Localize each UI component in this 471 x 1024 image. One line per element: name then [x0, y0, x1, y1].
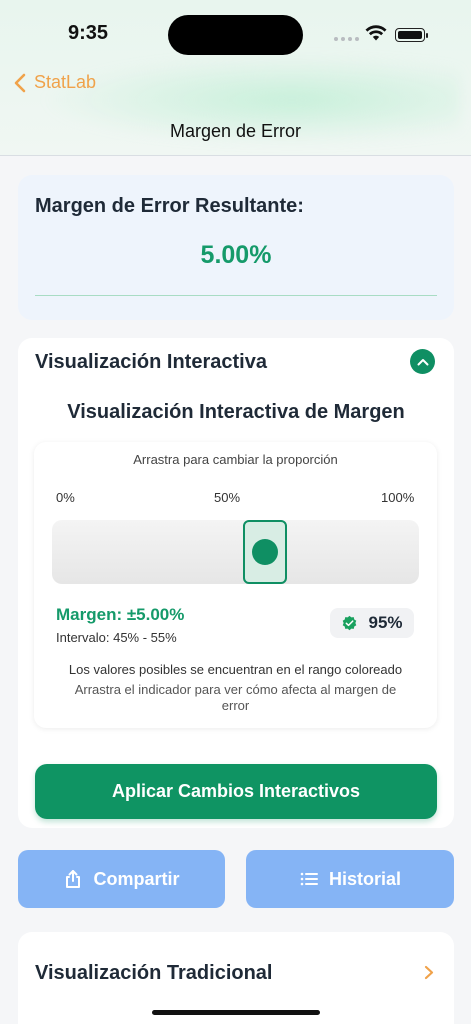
chevron-up-icon	[417, 358, 428, 365]
list-icon	[300, 872, 318, 886]
home-indicator	[152, 1010, 320, 1015]
slider-handle[interactable]	[242, 520, 287, 584]
collapse-button[interactable]	[410, 349, 435, 374]
result-value: 5.00%	[200, 241, 272, 269]
result-title: Margen de Error Resultante:	[35, 195, 304, 217]
traditional-label: Visualización Tradicional	[35, 962, 273, 984]
share-label: Compartir	[93, 868, 180, 889]
scale-label-mid: 50%	[214, 490, 241, 505]
result-card: Margen de Error Resultante: 5.00%	[18, 175, 454, 320]
share-icon	[66, 870, 81, 888]
result-divider	[35, 295, 437, 296]
interactive-header[interactable]: Visualización Interactiva	[35, 351, 267, 374]
proportion-slider-track[interactable]	[52, 520, 419, 584]
drag-hint: Arrastra para cambiar la proporción	[133, 452, 338, 467]
apply-changes-button[interactable]: Aplicar Cambios Interactivos	[35, 764, 437, 819]
wifi-icon	[365, 25, 387, 41]
chevron-left-icon	[14, 73, 26, 92]
page-title: Margen de Error	[169, 121, 302, 141]
visualization-title: Visualización Interactiva de Margen	[67, 401, 405, 423]
interval-readout: Intervalo: 45% - 55%	[56, 630, 177, 645]
share-button[interactable]: Compartir	[18, 850, 225, 908]
battery-icon	[395, 28, 428, 42]
status-time: 9:35	[68, 22, 109, 44]
verified-check-icon	[343, 615, 357, 630]
cellular-signal-icon	[334, 37, 359, 41]
drag-note: Arrastra el indicador para ver cómo afec…	[74, 682, 397, 713]
chevron-right-icon	[424, 965, 434, 980]
history-button[interactable]: Historial	[246, 850, 454, 908]
history-label: Historial	[328, 868, 402, 889]
confidence-value: 95%	[368, 613, 403, 632]
margin-readout: Margen: ±5.00%	[56, 605, 185, 624]
slider-panel: Arrastra para cambiar la proporción 0% 5…	[34, 442, 437, 728]
confidence-badge: 95%	[330, 608, 414, 638]
back-button[interactable]: StatLab	[12, 72, 96, 93]
scale-label-max: 100%	[381, 490, 415, 505]
scale-label-min: 0%	[56, 490, 75, 505]
interactive-section: Visualización Interactiva Visualización …	[18, 338, 454, 828]
back-label: StatLab	[34, 72, 97, 92]
range-note: Los valores posibles se encuentran en el…	[68, 662, 403, 677]
slider-handle-dot	[251, 539, 278, 565]
dynamic-island	[168, 15, 303, 55]
